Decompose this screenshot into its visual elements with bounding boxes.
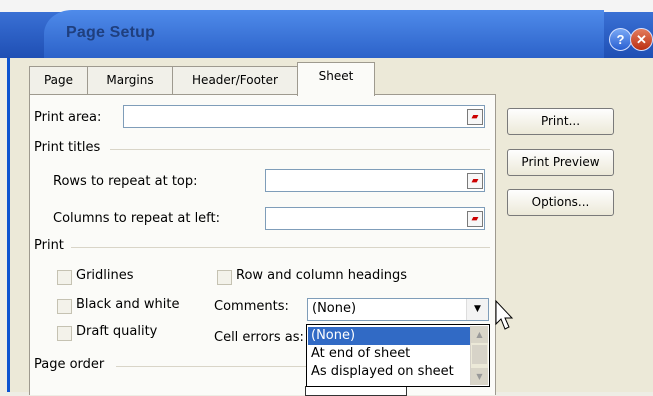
print-preview-button[interactable]: Print Preview (507, 149, 614, 176)
print-button[interactable]: Print... (507, 108, 614, 135)
scroll-thumb[interactable] (472, 345, 487, 364)
comments-label: Comments: (214, 299, 289, 314)
help-icon[interactable]: ? (609, 28, 632, 51)
rows-repeat-input[interactable] (265, 169, 485, 192)
draft-quality-checkbox[interactable] (57, 326, 72, 341)
black-white-label: Black and white (76, 297, 180, 312)
columns-repeat-label: Columns to repeat at left: (53, 211, 221, 226)
tab-margins[interactable]: Margins (87, 66, 173, 94)
page-order-divider (116, 366, 306, 367)
dropdown-option-end-of-sheet[interactable]: At end of sheet (308, 345, 471, 363)
chevron-down-icon[interactable]: ▼ (466, 299, 488, 320)
gridlines-checkbox[interactable] (57, 270, 72, 285)
comments-dropdown-list: (None) At end of sheet As displayed on s… (306, 324, 490, 387)
comments-selected-value: (None) (312, 301, 357, 316)
print-preview-button-label: Print Preview (521, 155, 600, 169)
window-title: Page Setup (66, 24, 156, 41)
partially-visible-control (305, 386, 407, 396)
tab-margins-label: Margins (106, 73, 154, 87)
print-divider (71, 247, 490, 248)
print-button-label: Print... (540, 114, 581, 128)
print-area-label: Print area: (34, 110, 102, 125)
dropdown-option-as-displayed[interactable]: As displayed on sheet (308, 363, 471, 381)
page-order-label: Page order (34, 357, 105, 372)
tab-sheet-label: Sheet (318, 69, 354, 83)
close-icon[interactable]: ✕ (630, 28, 653, 51)
gridlines-label: Gridlines (76, 268, 134, 283)
print-titles-label: Print titles (34, 140, 101, 155)
dropdown-scrollbar[interactable]: ▲ ▼ (470, 326, 488, 385)
comments-select[interactable]: (None) ▼ (307, 298, 489, 321)
draft-quality-label: Draft quality (76, 324, 158, 339)
columns-repeat-collapse-icon[interactable]: ▰ (467, 211, 483, 227)
tab-header-footer-label: Header/Footer (192, 73, 278, 87)
tab-header-footer[interactable]: Header/Footer (172, 66, 298, 94)
tab-sheet[interactable]: Sheet (297, 62, 375, 96)
scroll-down-icon[interactable]: ▼ (471, 368, 488, 385)
rows-repeat-label: Rows to repeat at top: (53, 174, 198, 189)
scroll-up-icon[interactable]: ▲ (471, 326, 488, 343)
row-column-headings-checkbox[interactable] (217, 270, 232, 285)
columns-repeat-input[interactable] (265, 207, 485, 230)
print-area-input[interactable] (123, 105, 485, 128)
row-column-headings-label: Row and column headings (236, 268, 408, 283)
dropdown-option-none[interactable]: (None) (308, 327, 471, 345)
print-section-label: Print (34, 238, 64, 253)
tab-page[interactable]: Page (29, 66, 88, 94)
print-area-collapse-icon[interactable]: ▰ (467, 109, 483, 125)
black-white-checkbox[interactable] (57, 299, 72, 314)
options-button[interactable]: Options... (507, 189, 614, 216)
tab-page-label: Page (43, 73, 74, 87)
print-titles-divider (110, 149, 490, 150)
options-button-label: Options... (531, 195, 590, 209)
mouse-pointer-icon (495, 300, 514, 330)
rows-repeat-collapse-icon[interactable]: ▰ (467, 173, 483, 189)
cell-errors-label: Cell errors as: (214, 330, 304, 345)
